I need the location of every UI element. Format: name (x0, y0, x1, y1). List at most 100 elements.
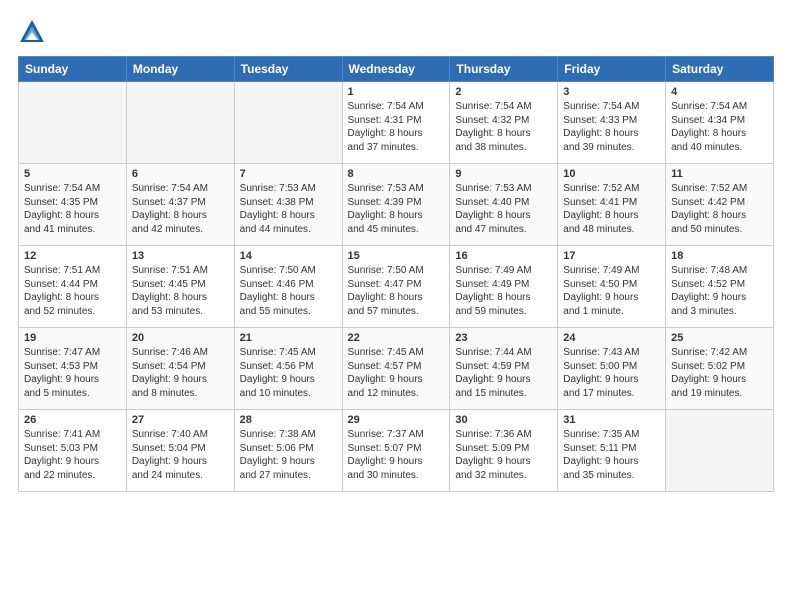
day-info-27: Sunrise: 7:40 AM Sunset: 5:04 PM Dayligh… (132, 428, 229, 482)
day-cell-26: 26 Sunrise: 7:41 AM Sunset: 5:03 PM Dayli… (19, 410, 127, 492)
day-number-26: 26 (24, 414, 121, 426)
day-cell-13: 13 Sunrise: 7:51 AM Sunset: 4:45 PM Dayli… (126, 246, 234, 328)
day-number-16: 16 (455, 250, 552, 262)
day-cell-29: 29 Sunrise: 7:37 AM Sunset: 5:07 PM Dayli… (342, 410, 450, 492)
day-cell-18: 18 Sunrise: 7:48 AM Sunset: 4:52 PM Dayli… (666, 246, 774, 328)
day-info-25: Sunrise: 7:42 AM Sunset: 5:02 PM Dayligh… (671, 346, 768, 400)
weekday-header-friday: Friday (558, 57, 666, 82)
day-cell-10: 10 Sunrise: 7:52 AM Sunset: 4:41 PM Dayli… (558, 164, 666, 246)
day-number-25: 25 (671, 332, 768, 344)
empty-cell (19, 82, 127, 164)
day-info-21: Sunrise: 7:45 AM Sunset: 4:56 PM Dayligh… (240, 346, 337, 400)
day-cell-15: 15 Sunrise: 7:50 AM Sunset: 4:47 PM Dayli… (342, 246, 450, 328)
day-cell-4: 4 Sunrise: 7:54 AM Sunset: 4:34 PM Daylig… (666, 82, 774, 164)
week-row-3: 12 Sunrise: 7:51 AM Sunset: 4:44 PM Dayli… (19, 246, 774, 328)
day-number-29: 29 (348, 414, 445, 426)
day-info-16: Sunrise: 7:49 AM Sunset: 4:49 PM Dayligh… (455, 264, 552, 318)
day-number-12: 12 (24, 250, 121, 262)
day-number-4: 4 (671, 86, 768, 98)
day-cell-31: 31 Sunrise: 7:35 AM Sunset: 5:11 PM Dayli… (558, 410, 666, 492)
day-number-1: 1 (348, 86, 445, 98)
day-cell-9: 9 Sunrise: 7:53 AM Sunset: 4:40 PM Daylig… (450, 164, 558, 246)
logo-icon (18, 18, 46, 46)
day-info-7: Sunrise: 7:53 AM Sunset: 4:38 PM Dayligh… (240, 182, 337, 236)
day-cell-11: 11 Sunrise: 7:52 AM Sunset: 4:42 PM Dayli… (666, 164, 774, 246)
day-info-31: Sunrise: 7:35 AM Sunset: 5:11 PM Dayligh… (563, 428, 660, 482)
day-cell-6: 6 Sunrise: 7:54 AM Sunset: 4:37 PM Daylig… (126, 164, 234, 246)
week-row-4: 19Sunrise: 7:47 AM Sunset: 4:53 PM Dayli… (19, 328, 774, 410)
day-info-18: Sunrise: 7:48 AM Sunset: 4:52 PM Dayligh… (671, 264, 768, 318)
day-number-18: 18 (671, 250, 768, 262)
day-info-11: Sunrise: 7:52 AM Sunset: 4:42 PM Dayligh… (671, 182, 768, 236)
day-info-20: Sunrise: 7:46 AM Sunset: 4:54 PM Dayligh… (132, 346, 229, 400)
day-number-24: 24 (563, 332, 660, 344)
day-number-10: 10 (563, 168, 660, 180)
day-cell-24: 24Sunrise: 7:43 AM Sunset: 5:00 PM Dayli… (558, 328, 666, 410)
day-number-23: 23 (455, 332, 552, 344)
day-number-28: 28 (240, 414, 337, 426)
day-info-1: Sunrise: 7:54 AM Sunset: 4:31 PM Dayligh… (348, 100, 445, 154)
day-cell-25: 25 Sunrise: 7:42 AM Sunset: 5:02 PM Dayli… (666, 328, 774, 410)
day-info-6: Sunrise: 7:54 AM Sunset: 4:37 PM Dayligh… (132, 182, 229, 236)
day-cell-16: 16 Sunrise: 7:49 AM Sunset: 4:49 PM Dayli… (450, 246, 558, 328)
day-info-13: Sunrise: 7:51 AM Sunset: 4:45 PM Dayligh… (132, 264, 229, 318)
day-info-12: Sunrise: 7:51 AM Sunset: 4:44 PM Dayligh… (24, 264, 121, 318)
day-number-5: 5 (24, 168, 121, 180)
day-number-22: 22 (348, 332, 445, 344)
day-info-26: Sunrise: 7:41 AM Sunset: 5:03 PM Dayligh… (24, 428, 121, 482)
day-number-13: 13 (132, 250, 229, 262)
day-cell-28: 28 Sunrise: 7:38 AM Sunset: 5:06 PM Dayli… (234, 410, 342, 492)
day-info-3: Sunrise: 7:54 AM Sunset: 4:33 PM Dayligh… (563, 100, 660, 154)
weekday-header-thursday: Thursday (450, 57, 558, 82)
day-cell-1: 1 Sunrise: 7:54 AM Sunset: 4:31 PM Daylig… (342, 82, 450, 164)
day-cell-17: 17Sunrise: 7:49 AM Sunset: 4:50 PM Dayli… (558, 246, 666, 328)
day-info-9: Sunrise: 7:53 AM Sunset: 4:40 PM Dayligh… (455, 182, 552, 236)
weekday-header-tuesday: Tuesday (234, 57, 342, 82)
day-info-5: Sunrise: 7:54 AM Sunset: 4:35 PM Dayligh… (24, 182, 121, 236)
day-info-4: Sunrise: 7:54 AM Sunset: 4:34 PM Dayligh… (671, 100, 768, 154)
day-cell-23: 23 Sunrise: 7:44 AM Sunset: 4:59 PM Dayli… (450, 328, 558, 410)
day-number-27: 27 (132, 414, 229, 426)
week-row-2: 5 Sunrise: 7:54 AM Sunset: 4:35 PM Daylig… (19, 164, 774, 246)
header (18, 18, 774, 46)
weekday-header-wednesday: Wednesday (342, 57, 450, 82)
day-number-6: 6 (132, 168, 229, 180)
day-info-19: Sunrise: 7:47 AM Sunset: 4:53 PM Dayligh… (24, 346, 121, 400)
day-number-14: 14 (240, 250, 337, 262)
day-cell-27: 27 Sunrise: 7:40 AM Sunset: 5:04 PM Dayli… (126, 410, 234, 492)
day-cell-3: 3 Sunrise: 7:54 AM Sunset: 4:33 PM Daylig… (558, 82, 666, 164)
weekday-header-sunday: Sunday (19, 57, 127, 82)
day-cell-21: 21 Sunrise: 7:45 AM Sunset: 4:56 PM Dayli… (234, 328, 342, 410)
weekday-header-saturday: Saturday (666, 57, 774, 82)
day-info-23: Sunrise: 7:44 AM Sunset: 4:59 PM Dayligh… (455, 346, 552, 400)
day-cell-2: 2Sunrise: 7:54 AM Sunset: 4:32 PM Daylig… (450, 82, 558, 164)
weekday-header-row: SundayMondayTuesdayWednesdayThursdayFrid… (19, 57, 774, 82)
day-info-14: Sunrise: 7:50 AM Sunset: 4:46 PM Dayligh… (240, 264, 337, 318)
day-info-29: Sunrise: 7:37 AM Sunset: 5:07 PM Dayligh… (348, 428, 445, 482)
day-number-31: 31 (563, 414, 660, 426)
day-number-11: 11 (671, 168, 768, 180)
logo (18, 18, 50, 46)
day-cell-12: 12 Sunrise: 7:51 AM Sunset: 4:44 PM Dayli… (19, 246, 127, 328)
day-info-28: Sunrise: 7:38 AM Sunset: 5:06 PM Dayligh… (240, 428, 337, 482)
day-number-3: 3 (563, 86, 660, 98)
day-number-9: 9 (455, 168, 552, 180)
day-cell-7: 7Sunrise: 7:53 AM Sunset: 4:38 PM Daylig… (234, 164, 342, 246)
day-info-30: Sunrise: 7:36 AM Sunset: 5:09 PM Dayligh… (455, 428, 552, 482)
day-cell-14: 14 Sunrise: 7:50 AM Sunset: 4:46 PM Dayli… (234, 246, 342, 328)
day-number-15: 15 (348, 250, 445, 262)
day-number-21: 21 (240, 332, 337, 344)
day-info-8: Sunrise: 7:53 AM Sunset: 4:39 PM Dayligh… (348, 182, 445, 236)
day-info-15: Sunrise: 7:50 AM Sunset: 4:47 PM Dayligh… (348, 264, 445, 318)
day-number-20: 20 (132, 332, 229, 344)
day-info-22: Sunrise: 7:45 AM Sunset: 4:57 PM Dayligh… (348, 346, 445, 400)
day-info-17: Sunrise: 7:49 AM Sunset: 4:50 PM Dayligh… (563, 264, 660, 318)
day-cell-20: 20 Sunrise: 7:46 AM Sunset: 4:54 PM Dayli… (126, 328, 234, 410)
week-row-5: 26 Sunrise: 7:41 AM Sunset: 5:03 PM Dayli… (19, 410, 774, 492)
day-number-2: 2 (455, 86, 552, 98)
empty-cell (234, 82, 342, 164)
day-number-8: 8 (348, 168, 445, 180)
empty-cell (666, 410, 774, 492)
page: SundayMondayTuesdayWednesdayThursdayFrid… (0, 0, 792, 510)
day-info-10: Sunrise: 7:52 AM Sunset: 4:41 PM Dayligh… (563, 182, 660, 236)
